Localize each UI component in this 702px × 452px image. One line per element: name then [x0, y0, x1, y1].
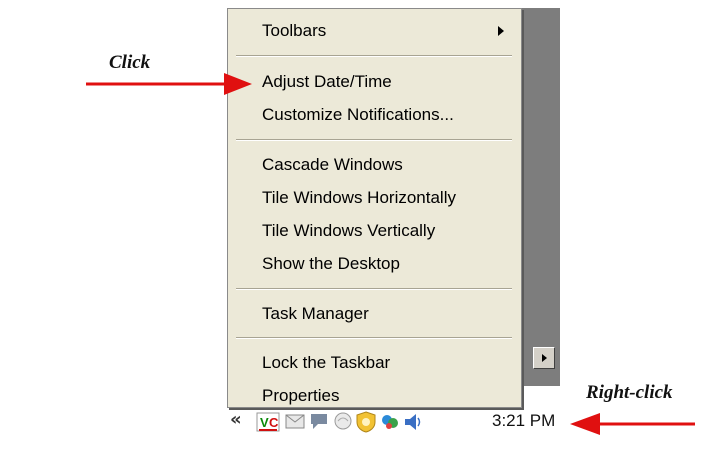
chat-icon[interactable]	[308, 410, 330, 432]
menu-item-toolbars[interactable]: Toolbars	[262, 21, 326, 41]
volume-icon[interactable]	[402, 410, 424, 434]
menu-item-cascade-windows[interactable]: Cascade Windows	[262, 155, 403, 175]
triangle-right-icon	[542, 354, 547, 362]
menu-item-show-desktop[interactable]: Show the Desktop	[262, 254, 400, 274]
menu-item-tile-horizontally[interactable]: Tile Windows Horizontally	[262, 188, 456, 208]
submenu-arrow-icon	[498, 26, 504, 36]
menu-separator	[236, 337, 512, 339]
email-icon[interactable]	[284, 410, 306, 432]
taskbar-scroll-right-button[interactable]	[533, 347, 555, 369]
menu-item-properties[interactable]: Properties	[262, 386, 339, 406]
network-icon[interactable]	[332, 410, 354, 432]
messenger-icon[interactable]	[378, 410, 402, 434]
menu-separator	[236, 288, 512, 290]
click-annotation-label: Click	[109, 52, 151, 73]
taskbar-backdrop	[516, 8, 560, 386]
taskbar-context-menu: Toolbars Adjust Date/Time Customize Noti…	[227, 8, 522, 408]
menu-item-customize-notifications[interactable]: Customize Notifications...	[262, 105, 454, 125]
tray-clock[interactable]: 3:21 PM	[492, 411, 555, 431]
menu-item-task-manager[interactable]: Task Manager	[262, 304, 369, 324]
screenshot-scene: « V C 3:21 PM Toolbars Adjust Date/Time …	[0, 0, 702, 452]
tray-expand-chevron-icon[interactable]: «	[230, 409, 242, 430]
menu-item-tile-vertically[interactable]: Tile Windows Vertically	[262, 221, 435, 241]
shield-icon[interactable]	[354, 410, 378, 434]
svg-text:C: C	[269, 415, 279, 430]
right-click-annotation-label: Right-click	[586, 382, 673, 403]
menu-separator	[236, 55, 512, 57]
svg-text:V: V	[260, 415, 269, 430]
vc-icon[interactable]: V C	[256, 410, 280, 434]
right-click-arrow-icon	[570, 413, 695, 435]
menu-separator	[236, 139, 512, 141]
menu-item-adjust-date-time[interactable]: Adjust Date/Time	[262, 72, 392, 92]
menu-item-lock-taskbar[interactable]: Lock the Taskbar	[262, 353, 390, 373]
